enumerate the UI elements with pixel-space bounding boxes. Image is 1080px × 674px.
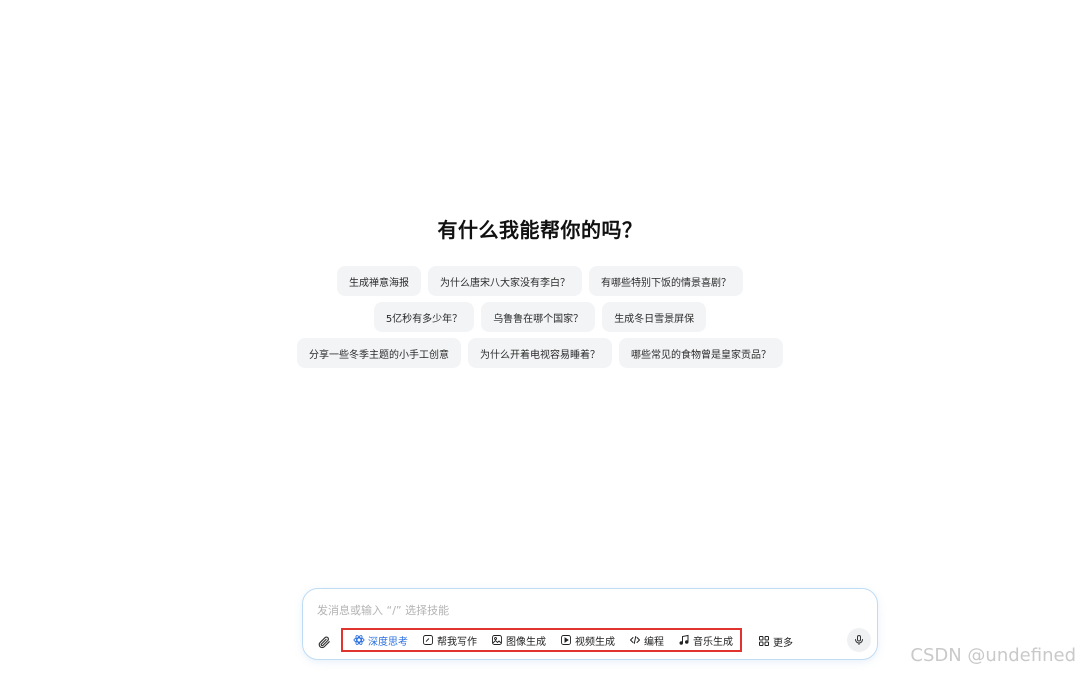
watermark: CSDN @undefined [910,645,1076,666]
microphone-icon [855,635,863,645]
suggestion-chip[interactable]: 为什么开着电视容易睡着？ [468,338,612,368]
more-skills-button[interactable]: 更多 [758,633,793,649]
suggestion-chip[interactable]: 乌鲁鲁在哪个国家？ [481,302,596,332]
suggestion-row: 分享一些冬季主题的小手工创意 为什么开着电视容易睡着？ 哪些常见的食物曾是皇家贡… [0,338,1080,368]
skill-label: 编程 [644,636,664,648]
video-icon [561,635,571,645]
atom-icon [353,635,365,645]
skill-video-button[interactable]: 视频生成 [560,633,615,648]
skills-toolbar: 深度思考 帮我写作 图像生成 视频生成 编程 音乐生成 [341,628,742,652]
more-label: 更多 [773,637,793,649]
skill-deep-thinking-button[interactable]: 深度思考 [353,633,408,648]
music-icon [679,634,689,645]
page-title: 有什么我能帮你的吗？ [437,218,643,242]
message-input[interactable] [317,602,857,618]
skill-label: 帮我写作 [437,636,477,648]
suggestion-chip[interactable]: 5亿秒有多少年？ [373,302,475,332]
image-icon [492,635,502,645]
attach-button[interactable] [315,633,333,651]
suggestion-chip[interactable]: 生成冬日雪景屏保 [602,302,707,332]
suggestion-row: 生成禅意海报 为什么唐宋八大家没有李白？ 有哪些特别下饭的情景喜剧？ [0,266,1080,296]
skill-writing-button[interactable]: 帮我写作 [422,633,477,648]
skill-image-button[interactable]: 图像生成 [491,633,546,648]
suggestion-chip[interactable]: 哪些常见的食物曾是皇家贡品？ [619,338,783,368]
grid-icon [759,636,769,646]
suggestion-chip[interactable]: 为什么唐宋八大家没有李白？ [428,266,582,296]
skill-label: 图像生成 [506,636,546,648]
skill-label: 深度思考 [368,636,408,648]
skill-music-button[interactable]: 音乐生成 [678,633,733,648]
paperclip-icon [318,636,330,649]
pen-icon [423,635,433,645]
skill-label: 音乐生成 [693,636,733,648]
suggestion-chip[interactable]: 有哪些特别下饭的情景喜剧？ [589,266,743,296]
suggestion-chip[interactable]: 生成禅意海报 [337,266,421,296]
suggestion-chip[interactable]: 分享一些冬季主题的小手工创意 [297,338,461,368]
message-composer: 深度思考 帮我写作 图像生成 视频生成 编程 音乐生成 更多 [302,588,878,660]
code-icon [630,636,640,644]
skill-coding-button[interactable]: 编程 [629,633,664,648]
voice-input-button[interactable] [847,628,871,652]
skill-label: 视频生成 [575,636,615,648]
suggestion-row: 5亿秒有多少年？ 乌鲁鲁在哪个国家？ 生成冬日雪景屏保 [0,302,1080,332]
